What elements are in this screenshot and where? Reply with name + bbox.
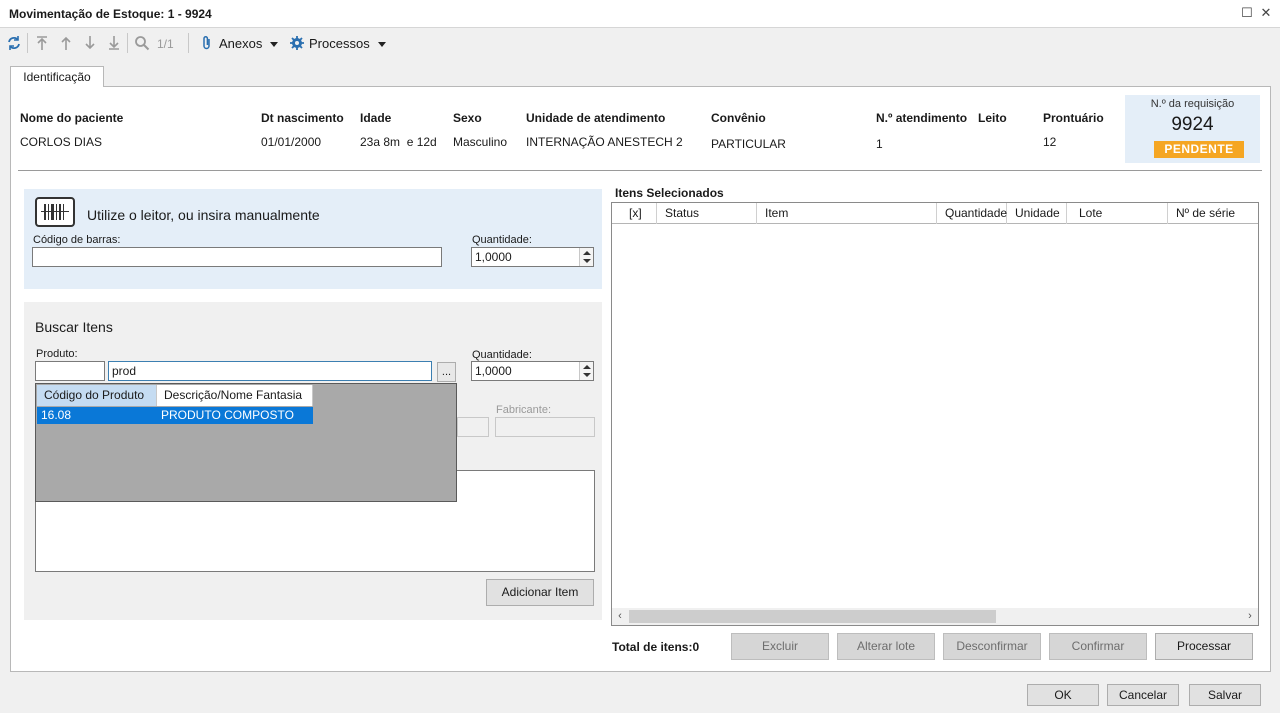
tab-identificacao[interactable]: Identificação <box>10 66 104 87</box>
process-button[interactable]: Processar <box>1155 633 1253 660</box>
dropdown-row-description[interactable]: PRODUTO COMPOSTO <box>157 407 313 424</box>
chevron-down-icon <box>270 42 279 48</box>
save-button[interactable]: Salvar <box>1189 684 1261 706</box>
processes-label: Processos <box>309 36 370 51</box>
delete-button[interactable]: Excluir <box>731 633 829 660</box>
patient-name-label: Nome do paciente <box>20 111 124 125</box>
previous-record-icon[interactable] <box>58 35 74 51</box>
visit-number: 1 <box>876 137 883 151</box>
birth-date-label: Dt nascimento <box>261 111 344 125</box>
attachments-menu[interactable]: Anexos <box>219 36 279 51</box>
product-autocomplete-dropdown: Código do Produto Descrição/Nome Fantasi… <box>35 383 457 502</box>
search-icon[interactable] <box>134 35 150 51</box>
ok-button[interactable]: OK <box>1027 684 1099 706</box>
sex-label: Sexo <box>453 111 482 125</box>
horizontal-scrollbar[interactable]: ‹ › <box>612 608 1258 625</box>
barcode-input[interactable] <box>32 247 442 267</box>
last-record-icon[interactable] <box>106 35 122 51</box>
request-number-label: N.º da requisição <box>1150 98 1235 110</box>
refresh-icon[interactable] <box>6 35 22 51</box>
toolbar: 1/1 Anexos Processos <box>0 28 1280 58</box>
toolbar-separator <box>127 33 128 53</box>
arrow-up-icon[interactable] <box>583 251 591 255</box>
add-item-button[interactable]: Adicionar Item <box>486 579 594 606</box>
column-header-item[interactable]: Item <box>757 203 937 224</box>
maximize-icon[interactable]: ☐ <box>1240 6 1254 20</box>
processes-menu[interactable]: Processos <box>309 36 386 51</box>
unconfirm-button[interactable]: Desconfirmar <box>943 633 1041 660</box>
bed-label: Leito <box>978 111 1007 125</box>
age-label: Idade <box>360 111 392 125</box>
chevron-right-icon[interactable]: › <box>1242 609 1258 624</box>
manufacturer-label: Fabricante: <box>496 404 552 416</box>
change-lot-button[interactable]: Alterar lote <box>837 633 935 660</box>
chevron-left-icon[interactable]: ‹ <box>612 609 628 624</box>
cancel-button[interactable]: Cancelar <box>1107 684 1179 706</box>
grid-header: [x] Status Item Quantidade Unidade Lote … <box>612 203 1258 224</box>
birth-date: 01/01/2000 <box>261 135 322 149</box>
window-title: Movimentação de Estoque: 1 - 9924 <box>9 7 212 21</box>
scan-quantity-label: Quantidade: <box>472 234 532 246</box>
toolbar-separator <box>188 33 189 53</box>
dropdown-row-code[interactable]: 16.08 <box>37 407 157 424</box>
arrow-down-icon[interactable] <box>583 259 591 263</box>
column-header-status[interactable]: Status <box>657 203 757 224</box>
dropdown-header-code[interactable]: Código do Produto <box>37 385 157 406</box>
request-box: N.º da requisição 9924 PENDENTE <box>1125 95 1260 163</box>
selected-items-grid[interactable]: [x] Status Item Quantidade Unidade Lote … <box>611 202 1259 626</box>
disabled-field <box>457 417 489 437</box>
column-header-lot[interactable]: Lote <box>1067 203 1168 224</box>
plan-label: Convênio <box>711 111 766 125</box>
next-record-icon[interactable] <box>82 35 98 51</box>
column-header-unit[interactable]: Unidade <box>1007 203 1067 224</box>
search-title: Buscar Itens <box>35 319 113 335</box>
browse-button[interactable]: ... <box>437 362 456 382</box>
column-header-select[interactable]: [x] <box>612 203 657 224</box>
attachments-label: Anexos <box>219 36 263 51</box>
column-header-quantity[interactable]: Quantidade <box>937 203 1007 224</box>
scan-quantity-stepper[interactable] <box>579 248 593 266</box>
search-quantity-label: Quantidade: <box>472 349 532 361</box>
scrollbar-thumb[interactable] <box>629 610 996 623</box>
medical-record-label: Prontuário <box>1043 111 1104 125</box>
barcode-icon <box>35 197 75 227</box>
header-divider <box>18 170 1262 171</box>
gear-icon <box>290 36 304 50</box>
scan-quantity-input[interactable] <box>471 247 594 267</box>
medical-record: 12 <box>1043 135 1057 149</box>
product-code-input[interactable] <box>35 361 105 381</box>
paperclip-icon <box>203 36 210 50</box>
column-header-serial[interactable]: Nº de série <box>1168 203 1258 224</box>
visit-number-label: N.º atendimento <box>876 111 968 125</box>
product-search-input[interactable] <box>108 361 432 381</box>
scanner-title: Utilize o leitor, ou insira manualmente <box>87 207 320 223</box>
search-quantity-stepper[interactable] <box>579 362 593 380</box>
unit: INTERNAÇÃO ANESTECH 2 <box>526 135 683 149</box>
plan: PARTICULAR <box>711 137 786 151</box>
status-badge: PENDENTE <box>1154 141 1244 158</box>
close-icon[interactable]: ✕ <box>1259 6 1273 20</box>
confirm-button[interactable]: Confirmar <box>1049 633 1147 660</box>
dropdown-header-description[interactable]: Descrição/Nome Fantasia <box>157 385 313 406</box>
product-label: Produto: <box>36 348 78 360</box>
age: 23a 8m e 12d <box>360 135 437 149</box>
arrow-down-icon[interactable] <box>583 373 591 377</box>
sex: Masculino <box>453 135 508 149</box>
record-counter: 1/1 <box>157 37 174 51</box>
window-titlebar: Movimentação de Estoque: 1 - 9924 ☐ ✕ <box>0 0 1280 28</box>
manufacturer-input <box>495 417 595 437</box>
request-number: 9924 <box>1171 114 1214 135</box>
unit-label: Unidade de atendimento <box>526 111 666 125</box>
first-record-icon[interactable] <box>34 35 50 51</box>
total-items: Total de itens:0 <box>612 640 700 654</box>
search-quantity-input[interactable] <box>471 361 594 381</box>
arrow-up-icon[interactable] <box>583 365 591 369</box>
toolbar-separator <box>27 33 28 53</box>
chevron-down-icon <box>377 42 386 48</box>
patient-name: CORLOS DIAS <box>20 135 103 149</box>
barcode-label: Código de barras: <box>33 234 121 246</box>
selected-items-title: Itens Selecionados <box>615 186 724 200</box>
dialog-footer: OK Cancelar Salvar <box>0 672 1280 713</box>
